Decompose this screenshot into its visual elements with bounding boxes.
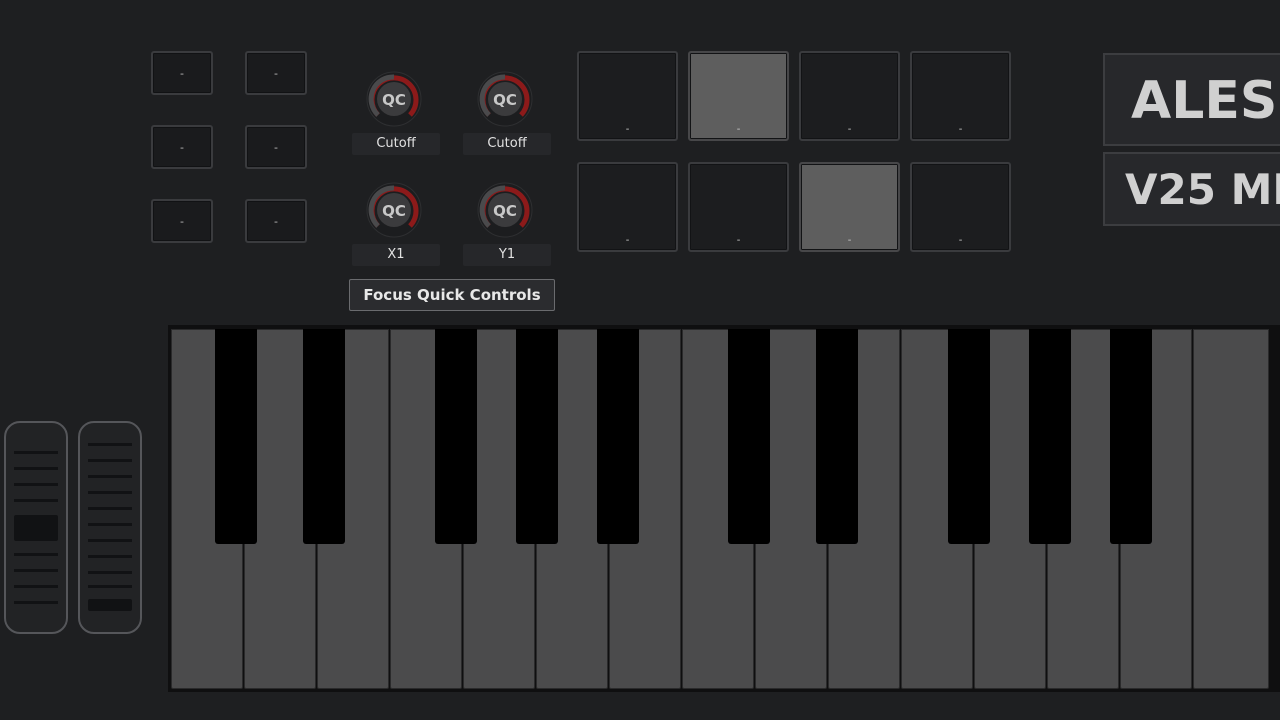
knob-label: Cutoff	[352, 133, 440, 155]
pad-label: -	[736, 235, 741, 246]
controller-panel: - - - - - - QC Cutoff QC Cutoff QC X1 QC…	[0, 0, 1280, 720]
assign-button-1[interactable]: -	[151, 51, 213, 95]
assign-button-label: -	[180, 140, 184, 154]
pitch-wheel[interactable]	[4, 421, 68, 634]
pad-label: -	[847, 124, 852, 135]
assign-button-label: -	[274, 66, 278, 80]
knob-label: Cutoff	[463, 133, 551, 155]
pad-label: -	[847, 235, 852, 246]
quick-control-1[interactable]: QC Cutoff	[352, 71, 440, 171]
knob-label: Y1	[463, 244, 551, 266]
pad-2[interactable]: -	[688, 51, 789, 141]
quick-control-2[interactable]: QC Cutoff	[463, 71, 551, 171]
pitch-wheel-center-mark	[14, 515, 58, 541]
white-key-c3[interactable]	[1193, 329, 1269, 689]
assign-button-2[interactable]: -	[245, 51, 307, 95]
pad-label: -	[958, 235, 963, 246]
pad-3[interactable]: -	[799, 51, 900, 141]
assign-button-label: -	[274, 140, 278, 154]
pad-8[interactable]: -	[910, 162, 1011, 252]
black-key-d2-sharp[interactable]	[816, 329, 858, 544]
knob-symbol: QC	[382, 202, 406, 220]
knob-icon[interactable]: QC	[477, 71, 533, 127]
pad-6[interactable]: -	[688, 162, 789, 252]
assign-button-6[interactable]: -	[245, 199, 307, 243]
assign-button-3[interactable]: -	[151, 125, 213, 169]
black-key-c-sharp[interactable]	[215, 329, 257, 544]
mod-wheel[interactable]	[78, 421, 142, 634]
model-name: V25 MKII	[1103, 152, 1280, 226]
pad-7[interactable]: -	[799, 162, 900, 252]
black-key-c2-sharp[interactable]	[728, 329, 770, 544]
black-key-a-sharp[interactable]	[597, 329, 639, 544]
pad-label: -	[625, 235, 630, 246]
quick-control-3[interactable]: QC X1	[352, 182, 440, 282]
pad-label: -	[958, 124, 963, 135]
pad-label: -	[736, 124, 741, 135]
knob-symbol: QC	[493, 91, 517, 109]
knob-symbol: QC	[493, 202, 517, 220]
pad-5[interactable]: -	[577, 162, 678, 252]
quick-control-4[interactable]: QC Y1	[463, 182, 551, 282]
knob-symbol: QC	[382, 91, 406, 109]
assign-button-4[interactable]: -	[245, 125, 307, 169]
black-key-a2-sharp[interactable]	[1110, 329, 1152, 544]
knob-label: X1	[352, 244, 440, 266]
assign-button-label: -	[180, 66, 184, 80]
pad-1[interactable]: -	[577, 51, 678, 141]
black-key-g-sharp[interactable]	[516, 329, 558, 544]
focus-quick-controls-button[interactable]: Focus Quick Controls	[349, 279, 555, 311]
assign-button-label: -	[274, 214, 278, 228]
brand-name: ALESIS	[1103, 53, 1280, 146]
knob-icon[interactable]: QC	[366, 182, 422, 238]
knob-icon[interactable]: QC	[477, 182, 533, 238]
black-key-d-sharp[interactable]	[303, 329, 345, 544]
mod-wheel-position-mark	[88, 599, 132, 611]
black-key-f2-sharp[interactable]	[948, 329, 990, 544]
assign-button-label: -	[180, 214, 184, 228]
pad-label: -	[625, 124, 630, 135]
knob-icon[interactable]: QC	[366, 71, 422, 127]
black-key-f-sharp[interactable]	[435, 329, 477, 544]
assign-button-5[interactable]: -	[151, 199, 213, 243]
black-key-g2-sharp[interactable]	[1029, 329, 1071, 544]
pad-4[interactable]: -	[910, 51, 1011, 141]
